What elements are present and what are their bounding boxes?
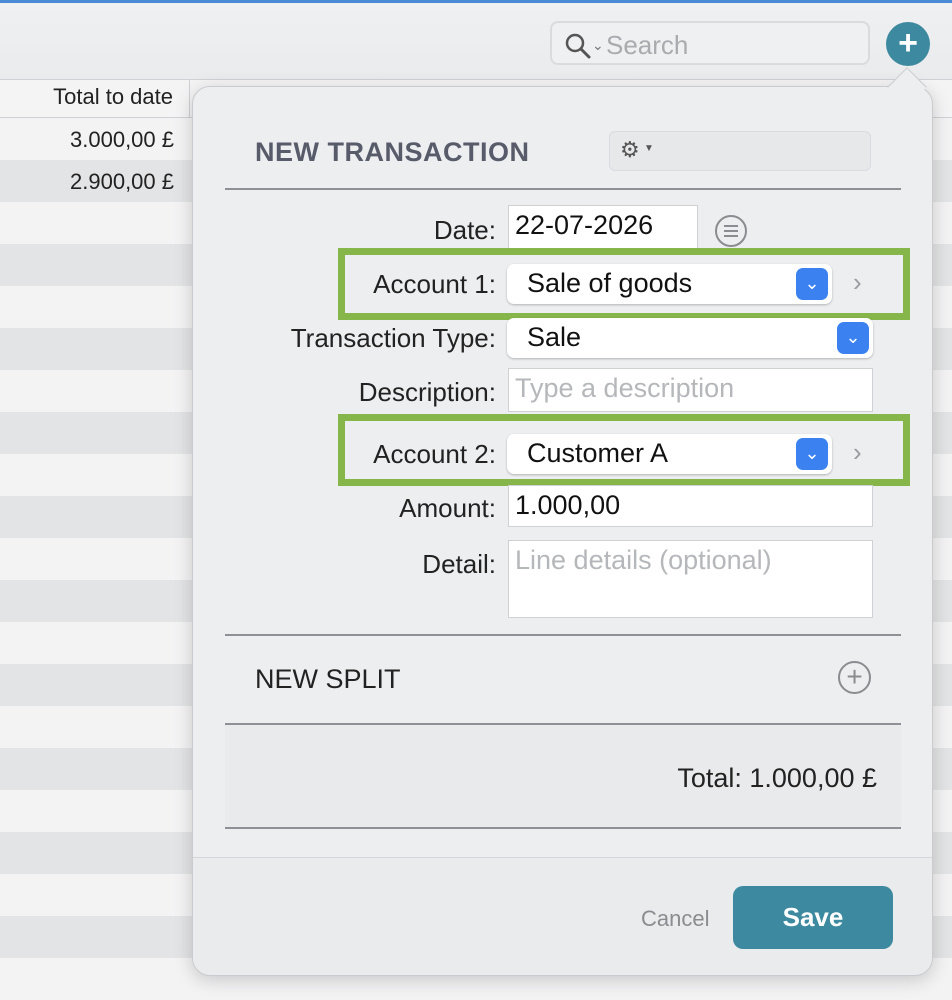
date-label: Date: (433, 215, 496, 245)
account2-value: Customer A (527, 438, 669, 468)
chevron-down-icon: ▼ (644, 143, 654, 154)
search-icon (564, 32, 592, 65)
window-toolbar: ⌄ Search + (0, 0, 952, 80)
transaction-type-select[interactable]: Sale ⌄ (507, 318, 873, 358)
account2-label: Account 2: (373, 439, 496, 469)
account1-label: Account 1: (373, 269, 496, 299)
amount-label: Amount: (399, 493, 496, 523)
popover-title: NEW TRANSACTION (255, 137, 530, 167)
chevron-down-icon: ⌄ (796, 268, 828, 300)
total-text: Total: 1.000,00 £ (677, 763, 877, 793)
amount-input[interactable]: 1.000,00 (508, 485, 873, 527)
detail-textarea[interactable]: Line details (optional) (508, 540, 873, 618)
date-field[interactable]: 22-07-2026 (508, 205, 698, 249)
add-transaction-button[interactable]: + (886, 22, 930, 66)
search-field[interactable]: ⌄ Search (550, 21, 870, 65)
new-split-label: NEW SPLIT (255, 664, 401, 694)
account1-value: Sale of goods (527, 268, 693, 298)
row-total: 3.000,00 £ (70, 127, 174, 152)
divider (225, 188, 901, 190)
popover-footer: Cancel Save (193, 857, 932, 975)
total-box: Total: 1.000,00 £ (225, 723, 901, 829)
save-button[interactable]: Save (733, 886, 893, 949)
column-header-total[interactable]: Total to date (0, 80, 190, 118)
account2-select[interactable]: Customer A ⌄ (507, 434, 832, 474)
row-total: 2.900,00 £ (70, 169, 174, 194)
cancel-button[interactable]: Cancel (641, 906, 709, 932)
account1-select[interactable]: Sale of goods ⌄ (507, 264, 832, 304)
chevron-down-icon: ⌄ (837, 322, 869, 354)
search-placeholder: Search (606, 30, 689, 60)
detail-label: Detail: (422, 549, 496, 579)
transaction-type-label: Transaction Type: (290, 323, 496, 353)
chevron-right-icon[interactable]: › (853, 267, 862, 298)
add-split-icon[interactable]: + (838, 661, 871, 694)
divider (225, 634, 901, 636)
transaction-type-value: Sale (527, 322, 582, 352)
actions-menu[interactable]: ⚙ ▼ (609, 131, 871, 171)
calendar-icon[interactable] (715, 215, 747, 247)
new-transaction-popover: NEW TRANSACTION ⚙ ▼ Date: 22-07-2026 Acc… (192, 67, 933, 976)
chevron-down-icon: ⌄ (796, 438, 828, 470)
description-label: Description: (358, 377, 496, 407)
chevron-right-icon[interactable]: › (853, 437, 862, 468)
description-input[interactable]: Type a description (508, 368, 873, 412)
chevron-down-icon: ⌄ (592, 37, 604, 53)
gear-icon: ⚙ (620, 137, 640, 162)
